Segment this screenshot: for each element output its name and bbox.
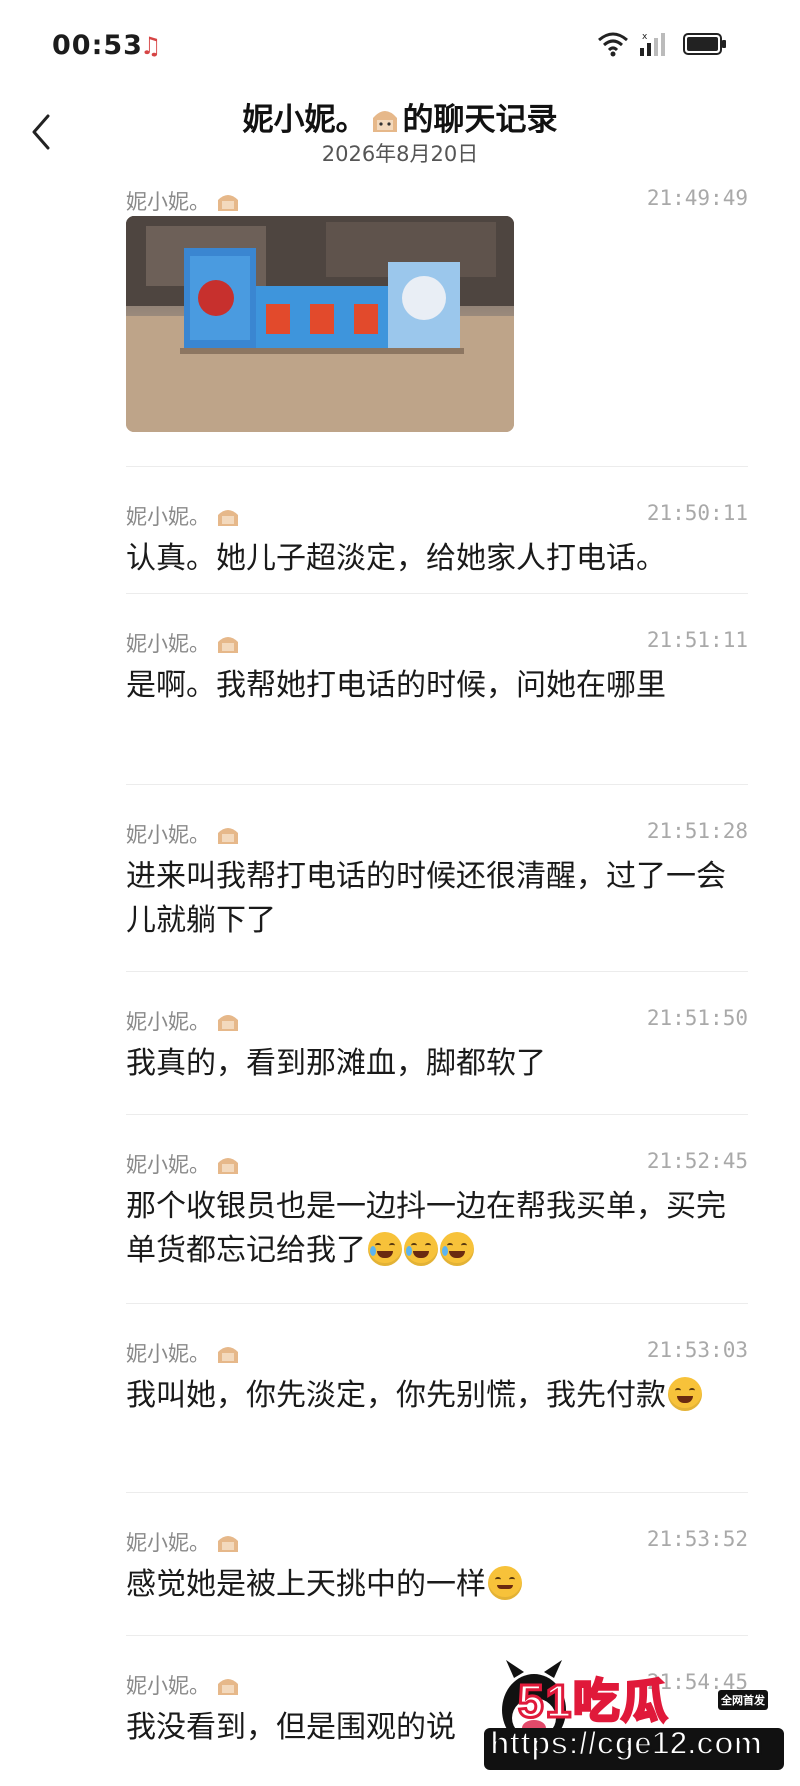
message-item: 妮小妮。 21:52:45 那个收银员也是一边抖一边在帮我买单，买完单货都忘记给… xyxy=(126,1115,748,1304)
message-sender: 妮小妮。 xyxy=(126,1338,240,1368)
message-time: 21:53:52 xyxy=(646,1527,748,1551)
message-text-body: 我叫她，你先淡定，你先别慌，我先付款 xyxy=(126,1378,666,1413)
music-note-icon: ♫ xyxy=(140,32,162,60)
blind-box-toys-image xyxy=(126,216,514,432)
message-list: 妮小妮。 21:49:49 妮小妮。 21:50:11 认真。她儿子超淡定，给她… xyxy=(126,182,748,1786)
status-bar: 00:53 ♫ x xyxy=(0,0,800,92)
message-sender: 妮小妮。 xyxy=(126,1670,240,1700)
message-time: 21:49:49 xyxy=(646,186,748,210)
message-item: 妮小妮。 21:51:11 是啊。我帮她打电话的时候，问她在哪里 xyxy=(126,594,748,785)
message-time: 21:51:11 xyxy=(646,628,748,652)
title-contact-name: 妮小妮。 xyxy=(242,102,367,138)
message-item: 妮小妮。 21:49:49 xyxy=(126,182,748,467)
message-text: 我叫她，你先淡定，你先别慌，我先付款 xyxy=(126,1374,726,1418)
sender-avatar-icon xyxy=(218,1158,238,1174)
message-item: 妮小妮。 21:53:52 感觉她是被上天挑中的一样 xyxy=(126,1493,748,1636)
message-sender: 妮小妮。 xyxy=(126,628,240,658)
sender-avatar-icon xyxy=(218,1015,238,1031)
crying-laugh-emoji-icon xyxy=(368,1232,402,1266)
message-sender: 妮小妮。 xyxy=(126,1006,240,1036)
sender-avatar-icon xyxy=(218,195,238,211)
sender-avatar-icon xyxy=(218,1679,238,1695)
title-suffix: 的聊天记录 xyxy=(402,102,558,138)
message-time: 21:52:45 xyxy=(646,1149,748,1173)
message-text-body: 感觉她是被上天挑中的一样 xyxy=(126,1567,486,1602)
watermark-brand: 51吃瓜 xyxy=(516,1674,670,1729)
sender-avatar-icon xyxy=(218,510,238,526)
message-time: 21:51:50 xyxy=(646,1006,748,1030)
sender-avatar-icon xyxy=(218,828,238,844)
message-item: 妮小妮。 21:53:03 我叫她，你先淡定，你先别慌，我先付款 xyxy=(126,1304,748,1493)
svg-text:x: x xyxy=(642,32,648,42)
page-title: 妮小妮。 的聊天记录 xyxy=(0,94,800,139)
chat-history-header: 妮小妮。 的聊天记录 2026年8月20日 xyxy=(0,92,800,172)
sender-avatar-icon xyxy=(218,637,238,653)
battery-icon xyxy=(683,33,726,55)
message-text: 我真的，看到那滩血，脚都软了 xyxy=(126,1046,546,1081)
watermark-tag: 全网首发 xyxy=(718,1690,768,1710)
grin-emoji-icon xyxy=(668,1377,702,1411)
message-sender: 妮小妮。 xyxy=(126,501,240,531)
message-photo[interactable] xyxy=(126,216,514,432)
message-sender: 妮小妮。 xyxy=(126,186,240,216)
message-time: 21:53:03 xyxy=(646,1338,748,1362)
message-sender: 妮小妮。 xyxy=(126,1149,240,1179)
message-text: 是啊。我帮她打电话的时候，问她在哪里 xyxy=(126,668,666,703)
signal-icon: x xyxy=(640,32,665,56)
wifi-icon xyxy=(598,32,628,57)
sender-avatar-icon xyxy=(218,1536,238,1552)
crying-laugh-emoji-icon xyxy=(440,1232,474,1266)
sender-avatar-icon xyxy=(218,1347,238,1363)
smile-emoji-icon xyxy=(488,1566,522,1600)
message-text: 认真。她儿子超淡定，给她家人打电话。 xyxy=(126,541,666,576)
message-sender: 妮小妮。 xyxy=(126,1527,240,1557)
message-text: 那个收银员也是一边抖一边在帮我买单，买完单货都忘记给我了 xyxy=(126,1185,726,1273)
message-sender: 妮小妮。 xyxy=(126,819,240,849)
message-text: 感觉她是被上天挑中的一样 xyxy=(126,1563,748,1607)
message-item: 妮小妮。 21:51:28 进来叫我帮打电话的时候还很清醒，过了一会儿就躺下了 xyxy=(126,785,748,972)
message-time: 21:50:11 xyxy=(646,501,748,525)
chat-date: 2026年8月20日 xyxy=(321,142,479,166)
message-item: 妮小妮。 21:51:50 我真的，看到那滩血，脚都软了 xyxy=(126,972,748,1115)
message-time: 21:51:28 xyxy=(646,819,748,843)
crying-laugh-emoji-icon xyxy=(404,1232,438,1266)
avatar-emoji-icon xyxy=(372,111,397,132)
watermark-url: https://cge12.com xyxy=(489,1724,763,1762)
message-text: 进来叫我帮打电话的时候还很清醒，过了一会儿就躺下了 xyxy=(126,859,726,938)
message-item: 妮小妮。 21:50:11 认真。她儿子超淡定，给她家人打电话。 xyxy=(126,467,748,594)
status-time: 00:53 xyxy=(52,30,143,61)
